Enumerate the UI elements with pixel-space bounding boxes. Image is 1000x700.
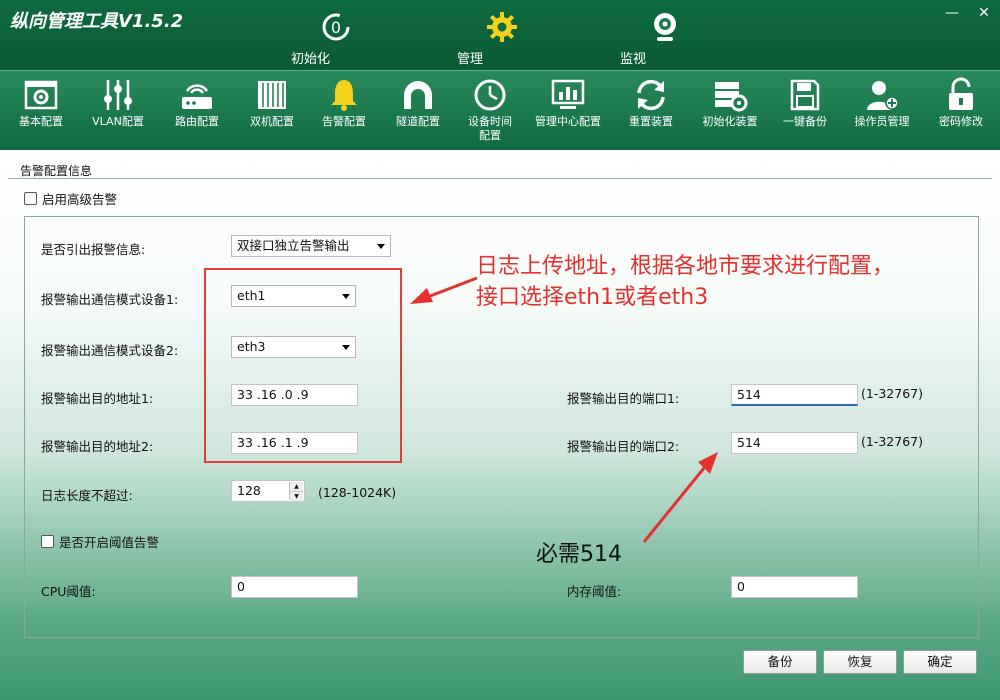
checkbox-box[interactable] — [41, 535, 54, 548]
tool-center-config[interactable]: 管理中心配置 — [532, 75, 604, 129]
toolbar: 基本配置 VLAN配置 路由配置 双机配置 告警配置 隧道配置 设备时间 配置 … — [0, 70, 1000, 151]
tool-init-device[interactable]: 初始化装置 — [694, 75, 766, 129]
server-gear-icon — [715, 82, 748, 112]
threshold-alarm-checkbox[interactable]: 是否开启阈值告警 — [41, 532, 159, 551]
tool-label: 双机配置 — [250, 115, 294, 128]
webcam-icon — [654, 13, 676, 41]
refresh-icon — [637, 79, 665, 111]
memory-threshold-input[interactable]: 0 — [731, 576, 858, 598]
port1-input[interactable]: 514 — [731, 384, 858, 406]
tool-label: 初始化装置 — [702, 115, 758, 128]
lead-out-select[interactable]: 双接口独立告警输出 — [231, 235, 391, 257]
gear-icon — [487, 12, 517, 42]
annotation-arrow-left — [410, 276, 478, 304]
tool-dual-config[interactable]: 双机配置 — [236, 75, 308, 129]
main-nav: 0 初始化 管理 监视 — [0, 10, 1000, 68]
group-divider — [8, 178, 992, 179]
port2-input[interactable]: 514 — [731, 432, 858, 454]
log-length-range: (128-1024K) — [318, 485, 397, 500]
tool-operator-manage[interactable]: 操作员管理 — [846, 75, 918, 129]
tool-route-config[interactable]: 路由配置 — [161, 75, 233, 129]
port2-range: (1-32767) — [861, 434, 923, 449]
device1-label: 报警输出通信模式设备1: — [41, 292, 179, 307]
restore-button[interactable]: 恢复 — [823, 650, 897, 674]
nav-monitor[interactable]: 监视 — [620, 10, 710, 67]
tool-label: 管理中心配置 — [535, 115, 601, 128]
alarm-config-panel: 告警配置信息 启用高级告警 是否引出报警信息: 双接口独立告警输出 报警输出通信… — [0, 150, 1000, 700]
section-title: 告警配置信息 — [20, 164, 93, 178]
tool-label: 设备时间 配置 — [468, 115, 512, 142]
tool-basic-config[interactable]: 基本配置 — [5, 75, 77, 129]
annotation-line-2: 接口选择eth1或者eth3 — [476, 285, 709, 310]
lead-out-label: 是否引出报警信息: — [41, 242, 146, 257]
spin-buttons[interactable]: ▲ ▼ — [289, 482, 303, 502]
addr2-label: 报警输出目的地址2: — [41, 439, 154, 454]
title-bar: 纵向管理工具V1.5.2 — ✕ 0 初始化 管理 监视 — [0, 0, 1000, 70]
user-add-icon — [867, 81, 899, 110]
clock-icon — [474, 79, 506, 111]
server-rack-icon — [258, 81, 286, 109]
tool-change-password[interactable]: 密码修改 — [925, 75, 997, 129]
tool-tunnel-config[interactable]: 隧道配置 — [382, 75, 454, 129]
log-length-value: 128 — [237, 483, 261, 498]
nav-init[interactable]: 0 初始化 — [291, 10, 381, 67]
tool-backup[interactable]: 一键备份 — [769, 75, 841, 129]
tool-reset-device[interactable]: 重置装置 — [615, 75, 687, 129]
port1-label: 报警输出目的端口1: — [567, 391, 680, 406]
tool-label: 操作员管理 — [854, 115, 910, 128]
tool-alarm-config[interactable]: 告警配置 — [308, 75, 380, 129]
settings-panel-icon — [24, 80, 58, 110]
tool-label: 基本配置 — [19, 115, 63, 128]
lead-out-value: 双接口独立告警输出 — [237, 238, 350, 253]
tool-label: 隧道配置 — [396, 115, 440, 128]
nav-manage[interactable]: 管理 — [457, 10, 547, 67]
nav-monitor-label: 监视 — [620, 52, 647, 67]
svg-text:0: 0 — [331, 18, 341, 37]
advanced-alarm-label: 启用高级告警 — [42, 192, 118, 207]
spin-down-icon[interactable]: ▼ — [290, 492, 303, 502]
checkbox-box[interactable] — [24, 192, 37, 205]
annotation-note: 日志上传地址，根据各地市要求进行配置， 接口选择eth1或者eth3 — [476, 251, 894, 313]
memory-threshold-label: 内存阈值: — [567, 584, 622, 599]
backup-button[interactable]: 备份 — [743, 650, 817, 674]
monitor-chart-icon — [551, 79, 585, 109]
sliders-icon — [104, 80, 132, 110]
log-length-spinbox[interactable]: 128 ▲ ▼ — [231, 480, 305, 502]
tool-label: 密码修改 — [939, 115, 983, 128]
cpu-threshold-label: CPU阈值: — [41, 584, 96, 599]
tool-label: 重置装置 — [629, 115, 673, 128]
tool-time-config[interactable]: 设备时间 配置 — [454, 75, 526, 143]
lock-icon — [949, 77, 973, 110]
confirm-button[interactable]: 确定 — [903, 650, 977, 674]
init-icon: 0 — [322, 13, 350, 41]
highlight-box — [204, 268, 402, 463]
annotation-arrow-up — [642, 452, 718, 543]
annotation-line-1: 日志上传地址，根据各地市要求进行配置， — [476, 254, 895, 279]
nav-init-label: 初始化 — [291, 52, 331, 67]
tool-label: 告警配置 — [322, 115, 366, 128]
cpu-threshold-input[interactable]: 0 — [231, 576, 358, 598]
floppy-icon — [790, 79, 820, 111]
tool-vlan-config[interactable]: VLAN配置 — [82, 75, 154, 129]
bell-icon — [331, 80, 357, 111]
chevron-down-icon — [377, 244, 385, 249]
tool-label: VLAN配置 — [92, 115, 144, 128]
addr1-label: 报警输出目的地址1: — [41, 391, 154, 406]
spin-up-icon[interactable]: ▲ — [290, 482, 303, 492]
tool-label: 一键备份 — [783, 115, 827, 128]
log-length-label: 日志长度不超过: — [41, 488, 133, 503]
required-note: 必需514 — [536, 542, 622, 567]
nav-manage-label: 管理 — [457, 52, 484, 67]
tunnel-icon — [404, 81, 432, 109]
port1-range: (1-32767) — [861, 386, 923, 401]
tool-label: 路由配置 — [175, 115, 219, 128]
router-icon — [182, 84, 212, 109]
advanced-alarm-checkbox[interactable]: 启用高级告警 — [24, 189, 117, 208]
device2-label: 报警输出通信模式设备2: — [41, 343, 179, 358]
threshold-alarm-label: 是否开启阈值告警 — [59, 535, 160, 550]
